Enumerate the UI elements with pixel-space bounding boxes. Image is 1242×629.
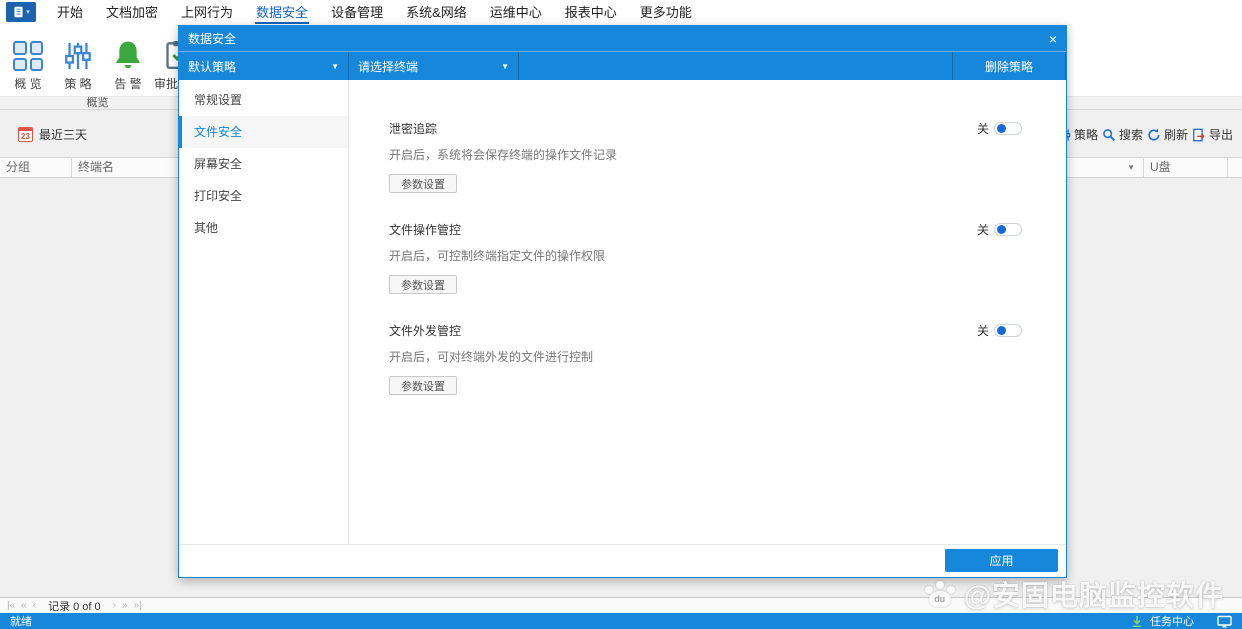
column-header-group[interactable]: 分组 [0,158,72,177]
dialog-settings-panel: 泄密追踪 关 开启后，系统将会保存终端的操作文件记录 参数设置 文件操作管控 [349,80,1066,544]
ribbon-group-label: 概览 [0,97,195,109]
setting-block: 文件外发管控 关 开启后，可对终端外发的文件进行控制 参数设置 [389,322,1022,395]
application-window: ▾ 开始 文档加密 上网行为 数据安全 设备管理 系统&网络 运维中心 报表中心… [0,0,1242,629]
menu-tabs: 开始 文档加密 上网行为 数据安全 设备管理 系统&网络 运维中心 报表中心 更… [56,1,693,23]
data-security-dialog: 数据安全 × 默认策略 ▼ 请选择终端 ▼ 删除策略 常规设置 文 [178,25,1067,578]
menu-bar: ▾ 开始 文档加密 上网行为 数据安全 设备管理 系统&网络 运维中心 报表中心… [0,0,1242,24]
dialog-body: 常规设置 文件安全 屏幕安全 打印安全 其他 泄密追踪 [179,80,1066,544]
download-arrow-icon [1131,615,1143,628]
toggle-knob [997,326,1006,335]
pagination-bar: |« « ‹ 记录 0 of 0 › » »| [0,597,1242,613]
dialog-nav: 常规设置 文件安全 屏幕安全 打印安全 其他 [179,80,349,544]
status-ready-label: 就绪 [10,613,32,629]
export-file-icon [1192,128,1206,142]
refresh-icon [1147,128,1161,142]
pager-last-group: › » »| [113,601,142,611]
setting-toggle[interactable]: 关 [977,120,1022,137]
toggle-switch[interactable] [994,324,1022,337]
pager-next-icon[interactable]: » [122,601,128,611]
filter-bar-spacer [519,52,953,80]
pager-next-icon[interactable]: »| [134,601,142,611]
setting-description: 开启后，可对终端外发的文件进行控制 [389,348,1022,365]
dialog-nav-item[interactable]: 文件安全 [179,116,348,148]
dialog-title: 数据安全 [188,30,236,47]
dialog-header: 数据安全 × [179,26,1066,51]
toggle-state-label: 关 [977,221,989,238]
param-settings-button[interactable]: 参数设置 [389,275,457,294]
setting-toggle[interactable]: 关 [977,221,1022,238]
toggle-state-label: 关 [977,322,989,339]
menu-tab[interactable]: 更多功能 [639,0,693,24]
menu-tab[interactable]: 设备管理 [330,0,384,24]
tool-policy[interactable]: 策 略 [54,30,102,92]
overview-grid-icon [13,41,43,71]
tool-overview[interactable]: 概 览 [4,30,52,92]
export-button[interactable]: 导出 [1192,126,1233,143]
pager-first-group: |« « ‹ [7,601,36,611]
setting-description: 开启后，可控制终端指定文件的操作权限 [389,247,1022,264]
dialog-nav-item[interactable]: 其他 [179,212,348,244]
status-bar: 就绪 任务中心 [0,613,1242,629]
apply-button[interactable]: 应用 [945,549,1058,572]
date-range-label: 最近三天 [39,126,87,143]
menu-tab[interactable]: 数据安全 [255,0,309,24]
toggle-state-label: 关 [977,120,989,137]
toggle-switch[interactable] [994,122,1022,135]
dialog-filter-bar: 默认策略 ▼ 请选择终端 ▼ 删除策略 [179,51,1066,80]
task-center-button[interactable]: 任务中心 [1150,613,1194,629]
menu-tab[interactable]: 上网行为 [180,0,234,24]
app-menu-caret-icon: ▾ [26,9,30,16]
chevron-down-icon: ▼ [331,62,339,71]
refresh-button[interactable]: 刷新 [1147,126,1188,143]
toggle-switch[interactable] [994,223,1022,236]
terminal-select-dropdown[interactable]: 请选择终端 ▼ [349,52,519,80]
setting-toggle[interactable]: 关 [977,322,1022,339]
search-button[interactable]: 搜索 [1102,126,1143,143]
tool-label: 告 警 [114,75,141,92]
app-menu-button[interactable]: ▾ [6,2,36,22]
delete-policy-button[interactable]: 删除策略 [953,52,1066,80]
calendar-icon: 23 [18,127,33,142]
tool-alert[interactable]: 告 警 [104,30,152,92]
dialog-nav-item[interactable]: 屏幕安全 [179,148,348,180]
param-settings-button[interactable]: 参数设置 [389,174,457,193]
dialog-footer: 应用 [179,544,1066,577]
pager-prev-icon[interactable]: « [21,601,27,611]
notebook-icon [12,5,25,19]
column-header-usb[interactable]: U盘 [1144,158,1228,177]
pager-prev-icon[interactable]: ‹ [33,601,36,611]
search-icon [1102,128,1116,142]
menu-tab[interactable]: 系统&网络 [405,0,468,24]
close-icon[interactable]: × [1049,32,1057,46]
setting-description: 开启后，系统将会保存终端的操作文件记录 [389,146,1022,163]
setting-title: 文件外发管控 [389,322,461,339]
policy-select-dropdown[interactable]: 默认策略 ▼ [179,52,349,80]
menu-tab[interactable]: 文档加密 [105,0,159,24]
date-range-filter[interactable]: 23 最近三天 [18,126,87,143]
menu-tab[interactable]: 开始 [56,0,84,24]
toggle-knob [997,124,1006,133]
sliders-icon [63,41,93,71]
chevron-down-icon: ▼ [1127,158,1135,177]
setting-title: 泄密追踪 [389,120,437,137]
monitor-icon[interactable] [1217,615,1232,628]
tool-label: 策 略 [64,75,91,92]
menu-tab[interactable]: 报表中心 [564,0,618,24]
setting-block: 文件操作管控 关 开启后，可控制终端指定文件的操作权限 参数设置 [389,221,1022,294]
list-toolbar: 策略 搜索 刷新 导出 [1058,126,1233,143]
dialog-nav-item[interactable]: 常规设置 [179,84,348,116]
pager-next-icon[interactable]: › [113,601,116,611]
tool-label: 概 览 [14,75,41,92]
bell-icon [112,39,144,71]
menu-tab[interactable]: 运维中心 [489,0,543,24]
chevron-down-icon: ▼ [501,62,509,71]
toggle-knob [997,225,1006,234]
setting-block: 泄密追踪 关 开启后，系统将会保存终端的操作文件记录 参数设置 [389,120,1022,193]
param-settings-button[interactable]: 参数设置 [389,376,457,395]
dialog-nav-item[interactable]: 打印安全 [179,180,348,212]
record-count-label: 记录 0 of 0 [48,598,101,614]
pager-prev-icon[interactable]: |« [7,601,15,611]
setting-title: 文件操作管控 [389,221,461,238]
